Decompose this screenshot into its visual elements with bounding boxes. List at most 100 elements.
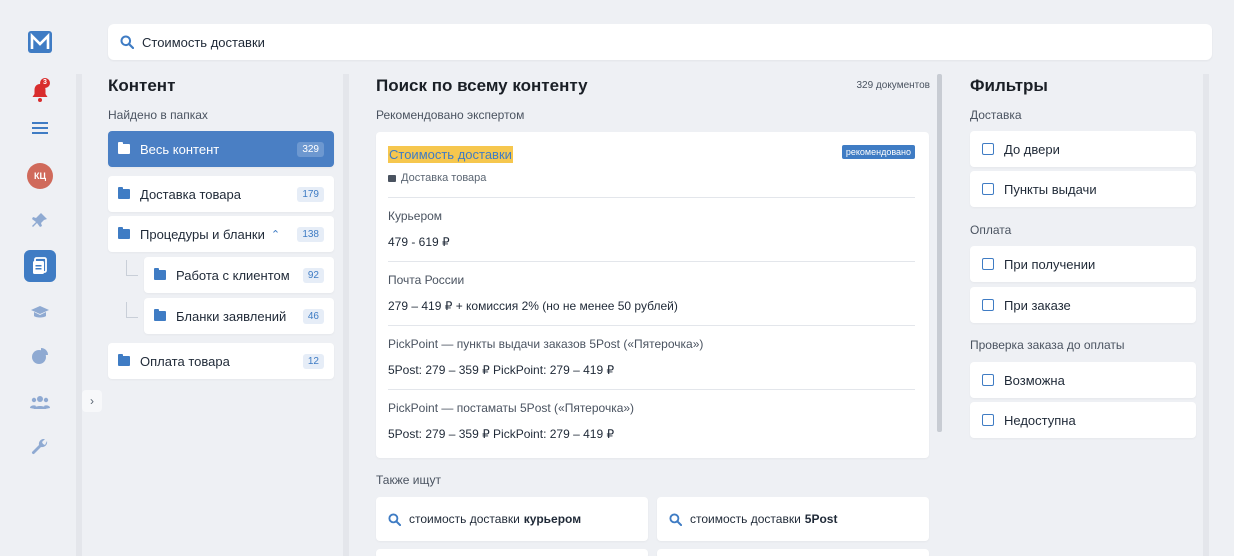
suggestion-partial[interactable]: [376, 549, 648, 556]
folder-procedures[interactable]: Процедуры и бланки ⌃ 138: [108, 216, 334, 252]
result-section: Почта России 279 – 419 ₽ + комиссия 2% (…: [388, 261, 915, 325]
section-heading: PickPoint — постаматы 5Post («Пятерочка»…: [388, 401, 635, 415]
suggestion-prefix: стоимость доставки: [690, 512, 801, 526]
also-searched-label: Также ищут: [376, 473, 441, 487]
checkbox[interactable]: [982, 299, 994, 311]
folder-icon: [118, 187, 130, 199]
filter-label: При заказе: [1004, 297, 1071, 313]
filter-pay-on-receipt[interactable]: При получении: [970, 246, 1196, 282]
pie-chart-icon[interactable]: [24, 340, 56, 372]
graduation-cap-icon[interactable]: [24, 296, 56, 328]
recommended-badge: рекомендовано: [841, 145, 915, 159]
checkbox[interactable]: [982, 183, 994, 195]
search-icon: [388, 512, 401, 526]
results-title: Поиск по всему контенту: [376, 76, 588, 95]
folder-label: Оплата товара: [140, 353, 230, 369]
chevron-up-icon[interactable]: ⌃: [271, 228, 280, 241]
recommended-result-card[interactable]: Стоимость доставки рекомендовано Доставк…: [376, 132, 929, 458]
filter-label: Пункты выдачи: [1004, 181, 1097, 197]
filters-scrollbar[interactable]: [1203, 74, 1209, 556]
checkbox[interactable]: [982, 414, 994, 426]
folder-all-content[interactable]: Весь контент 329: [108, 131, 334, 167]
suggestion-prefix: стоимость доставки: [409, 512, 520, 526]
section-heading: PickPoint — пункты выдачи заказов 5Post …: [388, 337, 704, 351]
folder-delivery[interactable]: Доставка товара 179: [108, 176, 334, 212]
folder-count: 92: [302, 267, 324, 283]
rail-divider: [76, 74, 82, 556]
folder-application-forms[interactable]: Бланки заявлений 46: [144, 298, 334, 334]
folder-label: Весь контент: [140, 141, 220, 157]
folder-icon: [388, 174, 396, 182]
tree-connector: [126, 302, 138, 318]
notifications-bell-icon[interactable]: 3: [24, 76, 56, 108]
tree-connector: [126, 260, 138, 276]
notifications-count-badge: 3: [40, 78, 50, 88]
folder-count: 46: [302, 308, 324, 324]
left-rail: 3 КЦ: [0, 0, 78, 556]
section-value: 479 - 619 ₽: [388, 235, 450, 249]
filter-group-label: Проверка заказа до оплаты: [970, 338, 1125, 352]
filter-label: Возможна: [1004, 372, 1065, 388]
documents-count: 329 документов: [856, 80, 930, 91]
filter-check-unavailable[interactable]: Недоступна: [970, 402, 1196, 438]
result-breadcrumb[interactable]: Доставка товара: [388, 172, 486, 184]
filter-label: До двери: [1004, 141, 1060, 157]
search-icon: [120, 35, 134, 49]
filter-label: Недоступна: [1004, 412, 1076, 428]
folder-icon: [154, 268, 166, 280]
checkbox[interactable]: [982, 258, 994, 270]
chevron-right-icon: ›: [90, 394, 94, 408]
filter-pickup-points[interactable]: Пункты выдачи: [970, 171, 1196, 207]
breadcrumb-label: Доставка товара: [401, 172, 487, 184]
filter-pay-on-order[interactable]: При заказе: [970, 287, 1196, 323]
folder-count: 138: [297, 226, 324, 242]
folder-payment[interactable]: Оплата товара 12: [108, 343, 334, 379]
filter-check-possible[interactable]: Возможна: [970, 362, 1196, 398]
user-avatar[interactable]: КЦ: [24, 160, 56, 192]
search-icon: [669, 512, 682, 526]
folder-icon: [118, 227, 130, 239]
filter-group-label: Доставка: [970, 108, 1022, 122]
folder-client-work[interactable]: Работа с клиентом 92: [144, 257, 334, 293]
result-section: Курьером 479 - 619 ₽: [388, 197, 915, 261]
suggestion-bold: 5Post: [804, 512, 838, 526]
section-value: 5Post: 279 – 359 ₽ PickPoint: 279 – 419 …: [388, 427, 615, 441]
checkbox[interactable]: [982, 374, 994, 386]
folder-count: 329: [297, 141, 324, 157]
folder-label: Доставка товара: [140, 186, 241, 202]
pin-icon[interactable]: [24, 204, 56, 236]
users-group-icon[interactable]: [24, 386, 56, 418]
suggestion-courier[interactable]: стоимость доставки курьером: [376, 497, 648, 541]
menu-icon[interactable]: [24, 112, 56, 144]
section-value: 5Post: 279 – 359 ₽ PickPoint: 279 – 419 …: [388, 363, 615, 377]
folder-count: 179: [297, 186, 324, 202]
search-bar[interactable]: [108, 24, 1212, 60]
folder-label: Бланки заявлений: [176, 308, 287, 324]
folder-icon: [118, 142, 130, 154]
search-input[interactable]: [142, 34, 742, 50]
content-title: Контент: [108, 76, 176, 95]
found-in-folders-label: Найдено в папках: [108, 108, 208, 122]
folder-icon: [118, 354, 130, 366]
suggestion-partial[interactable]: [657, 549, 929, 556]
folder-icon: [154, 309, 166, 321]
result-title-link[interactable]: Стоимость доставки: [388, 146, 513, 163]
filter-door-to-door[interactable]: До двери: [970, 131, 1196, 167]
checkbox[interactable]: [982, 143, 994, 155]
section-heading: Курьером: [388, 209, 443, 223]
filters-title: Фильтры: [970, 76, 1048, 95]
recommended-label: Рекомендовано экспертом: [376, 108, 525, 122]
suggestion-bold: курьером: [523, 512, 582, 526]
results-scrollbar[interactable]: [937, 74, 942, 432]
section-value: 279 – 419 ₽ + комиссия 2% (но не менее 5…: [388, 299, 678, 313]
suggestion-5post[interactable]: стоимость доставки 5Post: [657, 497, 929, 541]
result-section: PickPoint — пункты выдачи заказов 5Post …: [388, 325, 915, 389]
wrench-icon[interactable]: [24, 432, 56, 464]
app-logo-icon[interactable]: [24, 26, 56, 58]
expand-panel-button[interactable]: ›: [82, 390, 102, 412]
content-documents-icon[interactable]: [24, 250, 56, 282]
result-section: PickPoint — постаматы 5Post («Пятерочка»…: [388, 389, 915, 453]
filter-group-label: Оплата: [970, 223, 1012, 237]
avatar-initials: КЦ: [27, 163, 53, 189]
section-heading: Почта России: [388, 273, 465, 287]
